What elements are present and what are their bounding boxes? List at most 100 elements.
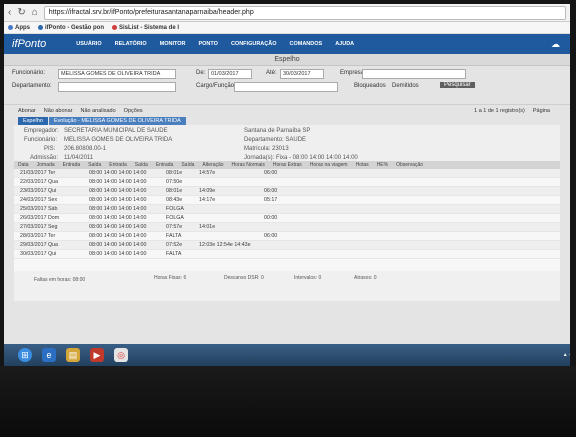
grid-col-header[interactable]: Saída (135, 162, 148, 168)
empregador-label: Empregador: (24, 128, 59, 134)
abonar-button[interactable]: Abonar (18, 108, 36, 114)
home-icon[interactable]: ⌂ (32, 7, 38, 18)
table-cell: 12:03e 12:54e 14:43e (199, 242, 251, 248)
cloud-icon[interactable]: ☁ (551, 39, 570, 50)
matricula-info: Matrícula: 23013 (244, 146, 289, 152)
table-cell: 24/03/2017 Sex (20, 197, 58, 203)
ate-date-input[interactable]: 30/03/2017 (280, 69, 324, 79)
table-cell: 26/03/2017 Dom (20, 215, 60, 221)
table-row[interactable]: 28/03/2017 Ter 08:00 14:00 14:00 14:00 FAL… (14, 232, 560, 241)
grid-col-header[interactable]: HE% (377, 162, 388, 168)
menu-relatorio[interactable]: RELATÓRIO (115, 41, 147, 47)
tab-espelho[interactable]: Espelho (18, 117, 48, 125)
address-bar[interactable]: https://ifractal.srv.br/ifPonto/prefeitu… (43, 5, 566, 20)
pesquisar-button[interactable]: Pesquisar (440, 82, 475, 88)
empresa-select[interactable] (362, 69, 466, 79)
table-row[interactable]: 24/03/2017 Sex 08:00 14:00 14:00 14:00 08:… (14, 196, 560, 205)
table-row[interactable]: 30/03/2017 Qui 08:00 14:00 14:00 14:00 FAL… (14, 250, 560, 259)
chrome-icon[interactable]: ◎ (114, 348, 128, 362)
table-cell: 27/03/2017 Seg (20, 224, 58, 230)
table-cell: FOLGA (166, 206, 184, 212)
table-cell: 25/03/2017 Sáb (20, 206, 58, 212)
back-icon[interactable]: ‹ (8, 7, 11, 18)
grid-col-header[interactable]: Saída (88, 162, 101, 168)
grid-rows: 21/03/2017 Ter 08:00 14:00 14:00 14:00 08:… (14, 169, 560, 259)
grid-col-header[interactable]: Observação (396, 162, 423, 168)
menu-ajuda[interactable]: AJUDA (335, 41, 354, 47)
horas-fixas-summary: Horas Fixas: 6 (154, 275, 187, 281)
table-cell: 28/03/2017 Ter (20, 233, 56, 239)
menu-configuracao[interactable]: CONFIGURAÇÃO (231, 41, 277, 47)
bloqueados-checkbox[interactable]: Bloqueados (354, 83, 386, 89)
table-cell: 14:01e (199, 224, 216, 230)
ie-icon[interactable]: e (42, 348, 56, 362)
grid-col-header[interactable]: Alteração (202, 162, 223, 168)
nao-abonar-button[interactable]: Não abonar (44, 108, 73, 114)
table-cell: 08:00 14:00 14:00 14:00 (89, 206, 147, 212)
grid-col-header[interactable]: Horas Normais (232, 162, 265, 168)
demitidos-checkbox[interactable]: Demitidos (392, 83, 419, 89)
table-cell: 29/03/2017 Qua (20, 242, 58, 248)
de-label: De: (196, 70, 206, 76)
menu-comandos[interactable]: COMANDOS (289, 41, 322, 47)
tab-bar: Espelho Evolução - MELISSA GOMES DE OLIV… (4, 116, 570, 125)
grid-col-header[interactable]: Data (18, 162, 29, 168)
menu-ponto[interactable]: PONTO (198, 41, 217, 47)
grid-col-header[interactable]: Entrada (109, 162, 127, 168)
opcoes-button[interactable]: Opções (124, 108, 143, 114)
grid-col-header[interactable]: Entrada (156, 162, 174, 168)
cargo-select[interactable] (234, 82, 338, 92)
grid-col-header[interactable]: Entrada (63, 162, 81, 168)
table-cell: 00:00 (264, 215, 278, 221)
table-cell: 08:01e (166, 170, 183, 176)
table-cell: 08:43e (166, 197, 183, 203)
table-row[interactable]: 27/03/2017 Seg 08:00 14:00 14:00 14:00 07:… (14, 223, 560, 232)
table-row[interactable]: 29/03/2017 Qua 08:00 14:00 14:00 14:00 07:… (14, 241, 560, 250)
employee-info: Empregador: SECRETARIA MUNICIPAL DE SAUD… (14, 125, 560, 161)
browser-toolbar: ‹ ↻ ⌂ https://ifractal.srv.br/ifPonto/pr… (4, 4, 570, 22)
media-player-icon[interactable]: ▶ (90, 348, 104, 362)
page-title: Espelho (4, 54, 570, 66)
system-tray[interactable]: ▲ ◐ ♪ (563, 352, 570, 358)
menu-monitor[interactable]: MONITOR (160, 41, 186, 47)
grid-col-header[interactable]: Saída (181, 162, 194, 168)
bookmark-sislist[interactable]: SisList - Sistema de I (112, 25, 179, 31)
table-cell: 05:17 (264, 197, 278, 203)
grid-col-header[interactable]: Hotas (356, 162, 369, 168)
summary-panel: Faltas em horas: 08:00 Horas Fixas: 6 De… (14, 271, 560, 301)
table-row[interactable]: 22/03/2017 Qua 08:00 14:00 14:00 14:00 07:… (14, 178, 560, 187)
table-cell: 08:00 14:00 14:00 14:00 (89, 197, 147, 203)
bookmark-apps[interactable]: Apps (8, 25, 30, 31)
start-button-icon[interactable]: ⊞ (18, 348, 32, 362)
reload-icon[interactable]: ↻ (17, 7, 25, 18)
table-cell: 14:57e (199, 170, 216, 176)
table-cell: FALTA (166, 251, 182, 257)
departamento-select[interactable] (58, 82, 176, 92)
main-content: Espelho Funcionário: MELISSA GOMES DE OL… (4, 54, 570, 344)
filter-panel: Funcionário: MELISSA GOMES DE OLIVEIRA T… (4, 66, 570, 104)
table-row[interactable]: 25/03/2017 Sáb 08:00 14:00 14:00 14:00 FOL… (14, 205, 560, 214)
table-row[interactable]: 26/03/2017 Dom 08:00 14:00 14:00 14:00 FOL… (14, 214, 560, 223)
table-cell: 21/03/2017 Ter (20, 170, 56, 176)
table-row[interactable]: 23/03/2017 Qui 08:00 14:00 14:00 14:00 08:… (14, 187, 560, 196)
table-cell: 14:09e (199, 188, 216, 194)
empregador-value: SECRETARIA MUNICIPAL DE SAUDE (64, 128, 168, 134)
de-date-input[interactable]: 01/03/2017 (208, 69, 252, 79)
bookmarks-bar: Apps ifPonto - Gestão pon SisList - Sist… (4, 22, 570, 34)
faltas-summary: Faltas em horas: 08:00 (34, 277, 86, 283)
funcionario-select[interactable]: MELISSA GOMES DE OLIVEIRA TRIDA (58, 69, 176, 79)
grid-col-header[interactable]: Horas na viagem (310, 162, 348, 168)
tab-evolucao[interactable]: Evolução - MELISSA GOMES DE OLIVEIRA TRI… (48, 117, 186, 125)
windows-taskbar: ⊞ e ▤ ▶ ◎ ▲ ◐ ♪ (4, 344, 570, 366)
grid-col-header[interactable]: Horas Extras (273, 162, 302, 168)
folder-icon[interactable]: ▤ (66, 348, 80, 362)
table-row[interactable]: 21/03/2017 Ter 08:00 14:00 14:00 14:00 08:… (14, 169, 560, 178)
table-cell: 08:00 14:00 14:00 14:00 (89, 215, 147, 221)
grid-col-header[interactable]: Jornada (37, 162, 55, 168)
funcionario-info-label: Funcionário: (24, 137, 58, 143)
menu-usuario[interactable]: USUÁRIO (76, 41, 101, 47)
nao-analisado-button[interactable]: Não analisado (81, 108, 116, 114)
bookmark-ifponto[interactable]: ifPonto - Gestão pon (38, 25, 104, 31)
table-cell: 23/03/2017 Qui (20, 188, 57, 194)
table-cell: 07:52e (166, 242, 183, 248)
